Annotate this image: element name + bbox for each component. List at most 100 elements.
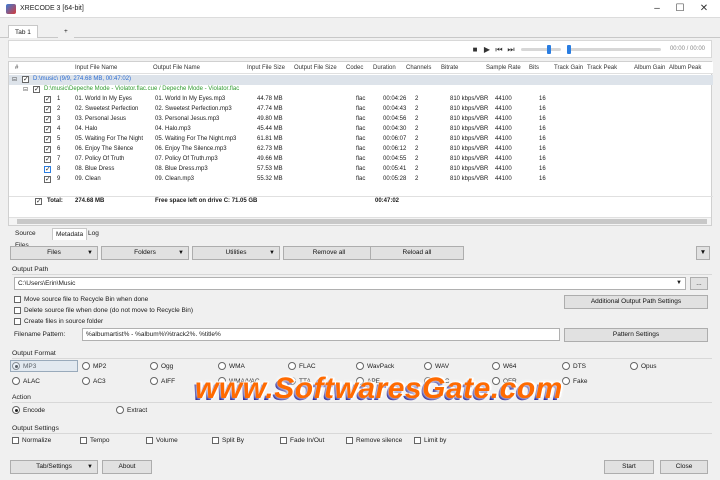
table-row[interactable]: 8 08. Blue Dress 08. Blue Dress.mp3 57.53 M… bbox=[9, 165, 713, 175]
col-bits[interactable]: Bits bbox=[529, 65, 539, 71]
group-checkbox[interactable] bbox=[33, 85, 40, 93]
table-row[interactable]: 1 01. World In My Eyes 01. World In My Eye… bbox=[9, 95, 713, 105]
seek-slider[interactable] bbox=[567, 45, 661, 54]
group-checkbox[interactable] bbox=[22, 75, 29, 83]
table-row[interactable]: 2 02. Sweetest Perfection 02. Sweetest Per… bbox=[9, 105, 713, 115]
previous-icon[interactable]: ⏮ bbox=[495, 45, 503, 54]
col-bitrate[interactable]: Bitrate bbox=[441, 65, 458, 71]
additional-output-settings-button[interactable]: Additional Output Path Settings bbox=[564, 295, 708, 309]
format-radio-w64[interactable]: W64 bbox=[492, 362, 516, 371]
about-button[interactable]: About bbox=[102, 460, 152, 474]
row-checkbox[interactable] bbox=[44, 115, 51, 123]
row-checkbox[interactable] bbox=[44, 125, 51, 133]
volume-slider[interactable] bbox=[521, 45, 561, 54]
row-checkbox[interactable] bbox=[44, 95, 51, 103]
format-radio-dts[interactable]: DTS bbox=[562, 362, 586, 371]
row-checkbox[interactable] bbox=[44, 155, 51, 163]
seek-thumb[interactable] bbox=[567, 45, 571, 54]
row-checkbox[interactable] bbox=[44, 135, 51, 143]
volume-thumb[interactable] bbox=[547, 45, 551, 54]
table-row[interactable]: 4 04. Halo 04. Halo.mp3 45.44 MB flac 00:04:3… bbox=[9, 125, 713, 135]
format-radio-ogg[interactable]: Ogg bbox=[150, 362, 173, 371]
play-icon[interactable]: ▶ bbox=[483, 45, 491, 54]
move-to-recycle-checkbox[interactable]: Move source file to Recycle Bin when don… bbox=[14, 295, 148, 304]
col-codec[interactable]: Codec bbox=[346, 65, 363, 71]
col-number[interactable]: # bbox=[15, 65, 18, 71]
setting-normalize-checkbox[interactable]: Normalize bbox=[12, 436, 51, 445]
collapse-icon[interactable]: ⊟ bbox=[12, 76, 17, 83]
format-radio-mp2[interactable]: MP2 bbox=[82, 362, 106, 371]
extract-radio[interactable]: Extract bbox=[116, 406, 147, 415]
setting-tempo-checkbox[interactable]: Tempo bbox=[80, 436, 110, 445]
table-row[interactable]: 6 06. Enjoy The Silence 06. Enjoy The Sile… bbox=[9, 145, 713, 155]
format-radio-wavpack[interactable]: WavPack bbox=[356, 362, 394, 371]
tab-log[interactable]: Log bbox=[85, 228, 102, 240]
row-checkbox[interactable] bbox=[44, 105, 51, 113]
format-radio-ac3[interactable]: AC3 bbox=[82, 377, 106, 386]
files-button[interactable]: Files ▼ bbox=[10, 246, 98, 260]
cell-codec: flac bbox=[356, 156, 366, 162]
group-row-folder[interactable]: ⊟ D:\music\ (9/9, 274.68 MB, 00:47:02) bbox=[9, 75, 713, 85]
col-input-name[interactable]: Input File Name bbox=[75, 65, 117, 71]
row-checkbox[interactable] bbox=[44, 175, 51, 183]
browse-button[interactable]: ... bbox=[690, 277, 708, 290]
filename-pattern-input[interactable]: %albumartist% - %album%\%track2%. %title… bbox=[82, 328, 560, 341]
col-track-gain[interactable]: Track Gain bbox=[554, 65, 583, 71]
group-row-cue[interactable]: ⊟ D:\music\Depeche Mode - Violator.flac.… bbox=[9, 85, 713, 95]
remove-all-button[interactable]: Remove all bbox=[283, 246, 375, 260]
close-icon[interactable]: ✕ bbox=[697, 2, 711, 16]
col-album-gain[interactable]: Album Gain bbox=[634, 65, 665, 71]
setting-remove-silence-checkbox[interactable]: Remove silence bbox=[346, 436, 402, 445]
format-radio-alac[interactable]: ALAC bbox=[12, 377, 40, 386]
maximize-icon[interactable]: ☐ bbox=[673, 2, 687, 16]
encode-radio[interactable]: Encode bbox=[12, 406, 45, 415]
format-radio-opus[interactable]: Opus bbox=[630, 362, 657, 371]
col-channels[interactable]: Channels bbox=[406, 65, 431, 71]
row-checkbox[interactable] bbox=[44, 165, 51, 173]
delete-source-checkbox[interactable]: Delete source file when done (do not mov… bbox=[14, 306, 193, 315]
tab-metadata[interactable]: Metadata bbox=[52, 228, 88, 240]
col-output-size[interactable]: Output File Size bbox=[294, 65, 337, 71]
setting-limit-by-checkbox[interactable]: Limit by bbox=[414, 436, 446, 445]
col-input-size[interactable]: Input File Size bbox=[247, 65, 285, 71]
setting-fade-in-out-checkbox[interactable]: Fade In/Out bbox=[280, 436, 324, 445]
collapse-icon[interactable]: ⊟ bbox=[23, 86, 28, 93]
col-track-peak[interactable]: Track Peak bbox=[587, 65, 617, 71]
format-radio-flac[interactable]: FLAC bbox=[288, 362, 316, 371]
total-checkbox[interactable] bbox=[35, 197, 42, 205]
format-radio-wma[interactable]: WMA bbox=[218, 362, 245, 371]
col-album-peak[interactable]: Album Peak bbox=[669, 65, 701, 71]
setting-split-by-checkbox[interactable]: Split By bbox=[212, 436, 244, 445]
pattern-settings-button[interactable]: Pattern Settings bbox=[564, 328, 708, 342]
format-radio-wav[interactable]: WAV bbox=[424, 362, 449, 371]
col-duration[interactable]: Duration bbox=[373, 65, 396, 71]
create-in-source-checkbox[interactable]: Create files in source folder bbox=[14, 317, 103, 326]
reload-all-button[interactable]: Reload all bbox=[370, 246, 464, 260]
minimize-icon[interactable]: – bbox=[650, 2, 664, 16]
format-radio-fake[interactable]: Fake bbox=[562, 377, 587, 386]
add-tab-button[interactable]: + bbox=[58, 25, 74, 38]
col-sample-rate[interactable]: Sample Rate bbox=[486, 65, 521, 71]
utilities-button[interactable]: Utilities ▼ bbox=[192, 246, 280, 260]
setting-volume-checkbox[interactable]: Volume bbox=[146, 436, 178, 445]
col-output-name[interactable]: Output File Name bbox=[153, 65, 200, 71]
table-row[interactable]: 7 07. Policy Of Truth 07. Policy Of Truth.… bbox=[9, 155, 713, 165]
output-path-input[interactable]: C:\Users\Erin\Music ▼ bbox=[14, 277, 686, 290]
toolbar-menu-button[interactable]: ▼ bbox=[696, 246, 710, 260]
table-row[interactable]: 5 05. Waiting For The Night 05. Waiting Fo… bbox=[9, 135, 713, 145]
row-checkbox[interactable] bbox=[44, 145, 51, 153]
stop-icon[interactable]: ■ bbox=[471, 45, 479, 54]
horizontal-scrollbar[interactable] bbox=[9, 217, 711, 225]
close-button[interactable]: Close bbox=[660, 460, 708, 474]
next-icon[interactable]: ⏭ bbox=[507, 45, 515, 54]
start-button[interactable]: Start bbox=[604, 460, 654, 474]
tab-source-files[interactable]: Source Files bbox=[12, 228, 39, 249]
table-row[interactable]: 3 03. Personal Jesus 03. Personal Jesus.mp… bbox=[9, 115, 713, 125]
table-row[interactable]: 9 09. Clean 09. Clean.mp3 55.32 MB flac 00:05… bbox=[9, 175, 713, 185]
scrollbar-thumb[interactable] bbox=[17, 219, 707, 224]
cell-in: 02. Sweetest Perfection bbox=[75, 106, 139, 112]
tab-1[interactable]: Tab 1 bbox=[8, 25, 38, 38]
folders-button[interactable]: Folders ▼ bbox=[101, 246, 189, 260]
tab-settings-button[interactable]: Tab/Settings ▼ bbox=[10, 460, 98, 474]
format-radio-aiff[interactable]: AIFF bbox=[150, 377, 175, 386]
